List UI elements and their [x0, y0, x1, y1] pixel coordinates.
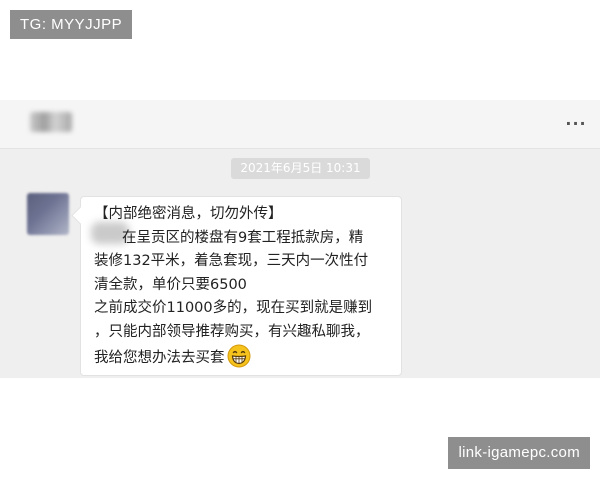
message-line: ，只能内部领导推荐购买，有兴趣私聊我，: [94, 323, 370, 340]
message-timestamp: 2021年6月5日 10:31: [231, 158, 370, 179]
chat-header: ...: [0, 100, 600, 149]
message-line: 清全款，单价只要6500: [94, 276, 247, 293]
blurred-contact-name: [30, 112, 72, 132]
more-options-button[interactable]: ...: [562, 110, 590, 130]
message-line-last: 我给您想办法去买套: [94, 344, 398, 371]
message-line: 装修132平米，着急套现，三天内一次性付: [94, 253, 369, 269]
watermark-top: TG: MYYJJPP: [10, 10, 133, 39]
message-line: 【内部绝密消息，切勿外传】: [94, 206, 283, 222]
grinning-face-icon: [227, 344, 250, 368]
avatar[interactable]: [27, 193, 69, 235]
watermark-bottom: link-igamepc.com: [448, 437, 590, 469]
message-line-text: 我给您想办法去买套: [94, 350, 225, 366]
message-bubble[interactable]: 【内部绝密消息，切勿外传】 在呈贡区的楼盘有9套工程抵款房，精 装修132平米，…: [80, 196, 402, 376]
message-line: 在呈贡区的楼盘有9套工程抵款房，精: [122, 229, 364, 246]
message-text: 【内部绝密消息，切勿外传】 在呈贡区的楼盘有9套工程抵款房，精 装修132平米，…: [94, 203, 398, 371]
message-line: 之前成交价11000多的，现在买到就是赚到: [94, 300, 373, 316]
